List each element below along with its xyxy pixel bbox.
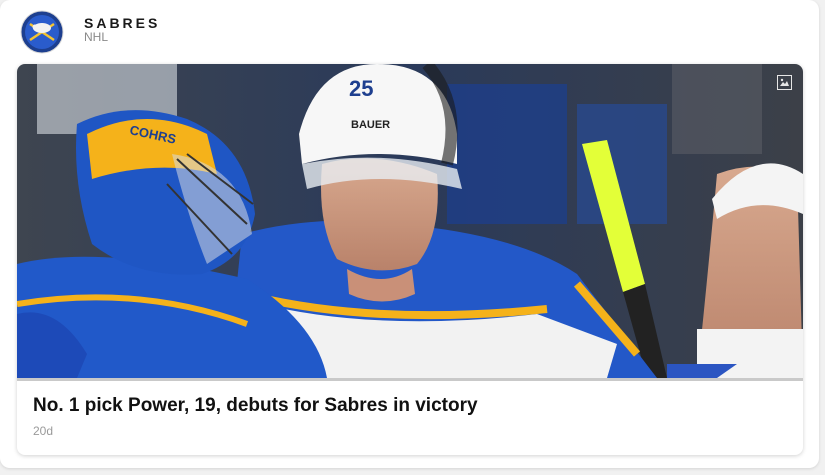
team-name: SABRES	[84, 14, 161, 31]
story-photo[interactable]: 25 BAUER COHRS	[17, 64, 803, 378]
story-timestamp: 20d	[33, 424, 54, 438]
team-header[interactable]: SABRES NHL	[20, 9, 160, 55]
sabres-logo-icon	[20, 10, 64, 54]
jersey-number-text: 25	[349, 76, 373, 101]
photo-divider	[17, 378, 803, 381]
story-card-container: SABRES NHL 25 BAUER COHRS No. 1 pick Pow…	[0, 0, 819, 468]
story-headline[interactable]: No. 1 pick Power, 19, debuts for Sabres …	[33, 395, 478, 417]
image-icon[interactable]	[777, 75, 792, 90]
league-name: NHL	[84, 29, 109, 44]
helmet-brand-text: BAUER	[351, 119, 390, 131]
story-card[interactable]: 25 BAUER COHRS No. 1 pick Power, 19, deb	[17, 64, 803, 455]
